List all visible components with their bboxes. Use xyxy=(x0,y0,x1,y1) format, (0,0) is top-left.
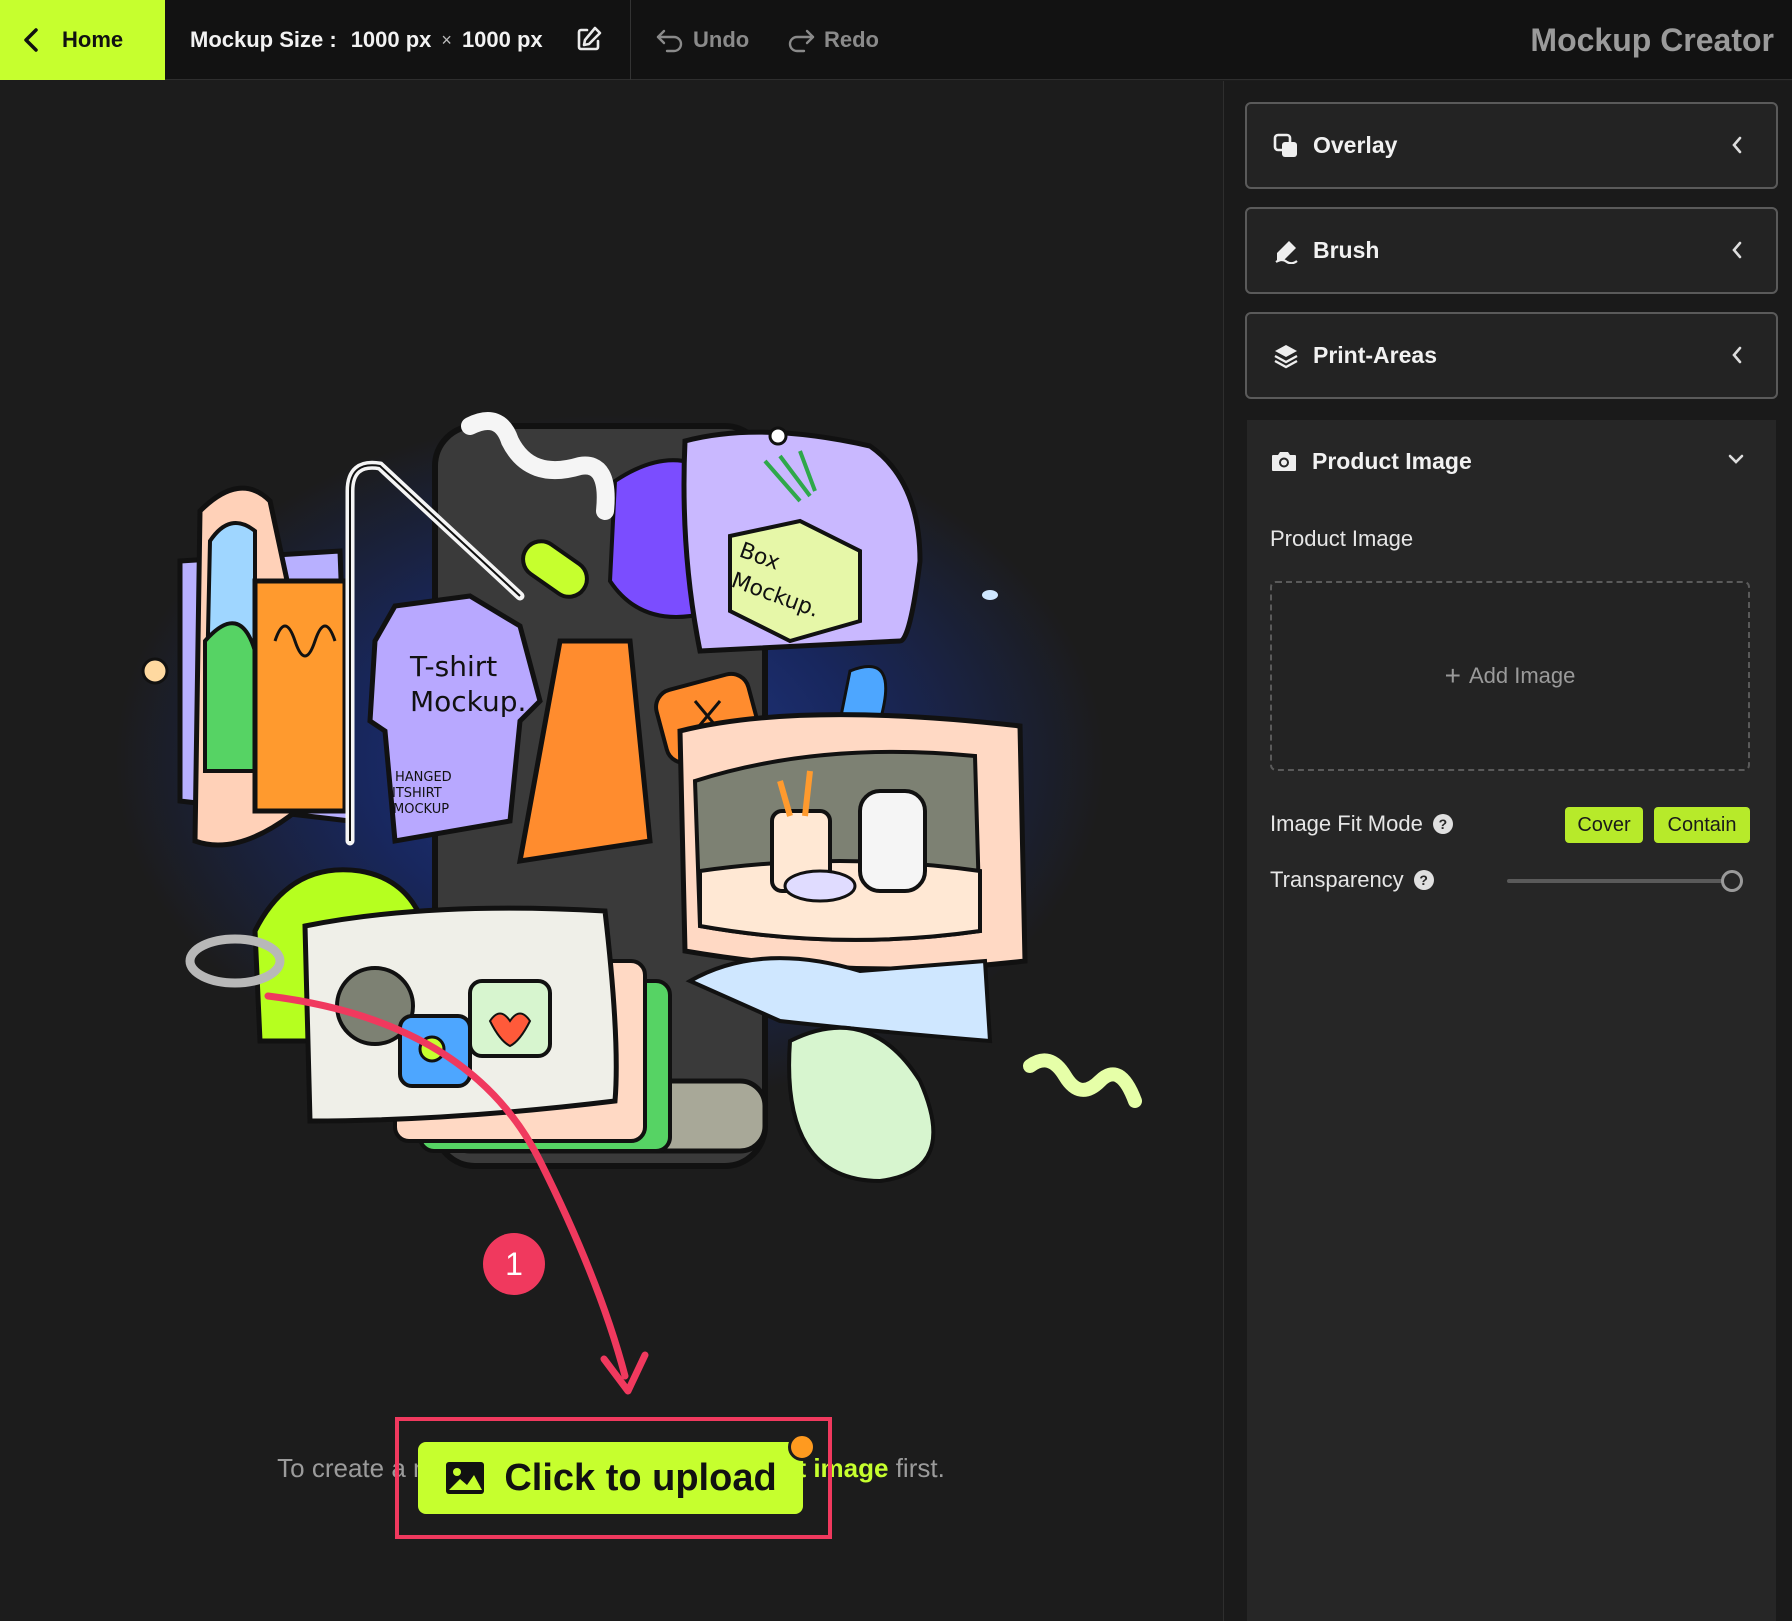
toolbar-divider xyxy=(630,0,631,80)
upload-label: Click to upload xyxy=(504,1456,777,1499)
add-image-dropzone[interactable]: + Add Image xyxy=(1270,581,1750,771)
right-sidebar: Overlay Brush Print-Areas Product Image xyxy=(1223,81,1792,1621)
chevron-left-icon xyxy=(1732,136,1742,154)
app-title: Mockup Creator xyxy=(1530,21,1774,58)
undo-icon xyxy=(656,29,683,53)
brush-section[interactable]: Brush xyxy=(1245,207,1778,294)
image-fit-mode-row: Image Fit Mode ? xyxy=(1270,811,1453,837)
print-areas-section[interactable]: Print-Areas xyxy=(1245,312,1778,399)
canvas-area: T-shirt Mockup. HANGED ITSHIRT MOCKUP Bo… xyxy=(0,81,1222,1621)
add-image-label: Add Image xyxy=(1468,663,1576,688)
click-to-upload-button[interactable]: Click to upload xyxy=(418,1442,803,1514)
brush-label: Brush xyxy=(1313,237,1380,263)
product-image-title: Product Image xyxy=(1312,447,1472,474)
redo-icon xyxy=(788,29,815,53)
overlay-section[interactable]: Overlay xyxy=(1245,102,1778,189)
brush-icon xyxy=(1273,238,1299,264)
layers-icon xyxy=(1273,343,1299,369)
transparency-slider-track[interactable] xyxy=(1507,879,1727,883)
transparency-label: Transparency xyxy=(1270,867,1404,892)
chevron-left-icon xyxy=(1732,241,1742,259)
annotation-arrow xyxy=(264,992,649,1395)
fit-contain-button[interactable]: Contain xyxy=(1654,807,1750,843)
hint-suffix: first. xyxy=(888,1453,945,1483)
transparency-row: Transparency ? xyxy=(1270,867,1434,893)
product-image-section-header[interactable]: Product Image xyxy=(1247,420,1776,502)
plus-icon: + xyxy=(1444,660,1461,691)
camera-icon xyxy=(1270,449,1298,473)
step-badge: 1 xyxy=(483,1233,545,1295)
help-icon[interactable]: ? xyxy=(1432,814,1453,834)
transparency-slider-thumb[interactable] xyxy=(1721,870,1743,892)
chevron-left-icon xyxy=(1732,346,1742,364)
home-button[interactable]: Home xyxy=(0,0,165,80)
mockup-size: Mockup Size : 1000 px × 1000 px xyxy=(190,0,543,80)
product-image-field-label: Product Image xyxy=(1270,526,1414,551)
overlay-label: Overlay xyxy=(1313,132,1398,158)
image-icon xyxy=(446,1462,485,1494)
top-bar: Home Mockup Size : 1000 px × 1000 px Und… xyxy=(0,0,1792,80)
times-symbol: × xyxy=(441,29,452,50)
redo-button[interactable]: Redo xyxy=(786,0,879,80)
chevron-left-icon xyxy=(24,28,38,52)
mockup-width: 1000 px xyxy=(350,27,432,52)
help-icon[interactable]: ? xyxy=(1413,870,1434,890)
image-fit-mode-label: Image Fit Mode xyxy=(1270,811,1423,836)
notification-dot xyxy=(788,1433,816,1461)
edit-size-icon[interactable] xyxy=(575,25,603,58)
undo-button[interactable]: Undo xyxy=(655,0,749,80)
fit-cover-button[interactable]: Cover xyxy=(1565,807,1643,843)
mockup-size-label: Mockup Size : xyxy=(190,27,337,52)
print-areas-label: Print-Areas xyxy=(1313,342,1437,368)
chevron-down-icon xyxy=(1728,454,1744,464)
home-label: Home xyxy=(62,27,124,52)
mockup-height: 1000 px xyxy=(461,27,543,52)
overlay-icon xyxy=(1273,133,1299,159)
redo-label: Redo xyxy=(824,27,879,52)
undo-label: Undo xyxy=(693,27,750,52)
